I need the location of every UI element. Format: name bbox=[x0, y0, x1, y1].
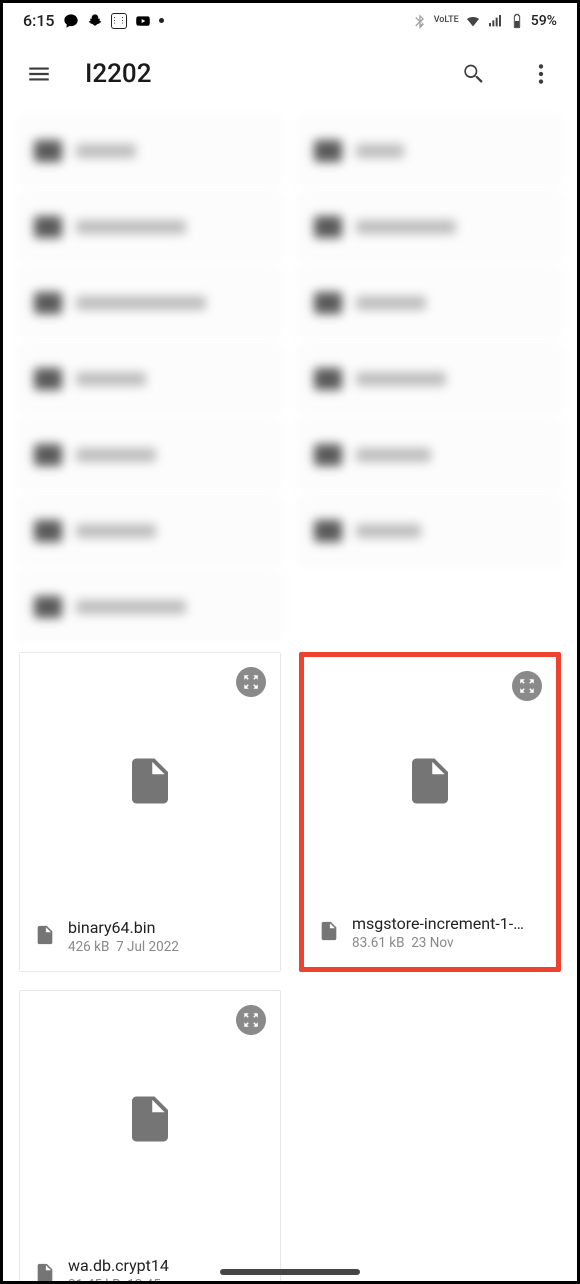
wifi-icon bbox=[465, 13, 481, 29]
search-icon bbox=[460, 61, 486, 87]
grid-icon: ⋮⋮ bbox=[111, 13, 127, 29]
folder-item[interactable] bbox=[299, 346, 561, 412]
status-bar: 6:15 ⋮⋮ VoLTE bbox=[3, 3, 577, 34]
battery-percent: 59% bbox=[531, 13, 557, 29]
folder-item[interactable] bbox=[299, 270, 561, 336]
folder-icon bbox=[34, 292, 62, 314]
folder-item[interactable] bbox=[19, 118, 281, 184]
more-vert-icon bbox=[528, 61, 554, 87]
volte-icon: VoLTE bbox=[434, 16, 459, 25]
folder-item[interactable] bbox=[299, 498, 561, 564]
expand-button[interactable] bbox=[236, 667, 266, 697]
folder-icon bbox=[34, 520, 62, 542]
folder-icon bbox=[314, 520, 342, 542]
file-name: binary64.bin bbox=[68, 918, 179, 937]
folder-label bbox=[356, 296, 426, 310]
snapchat-icon bbox=[87, 13, 103, 29]
battery-icon bbox=[509, 13, 525, 29]
folder-item[interactable] bbox=[19, 574, 281, 640]
folder-item[interactable] bbox=[299, 118, 561, 184]
search-button[interactable] bbox=[451, 52, 495, 96]
folder-item[interactable] bbox=[19, 194, 281, 260]
folder-label bbox=[76, 524, 156, 538]
app-bar: I2202 bbox=[3, 34, 577, 114]
folder-icon bbox=[314, 216, 342, 238]
more-indicator-icon bbox=[159, 18, 164, 23]
signal-icon bbox=[487, 13, 503, 29]
bluetooth-icon bbox=[412, 13, 428, 29]
folder-item[interactable] bbox=[299, 194, 561, 260]
folder-label bbox=[356, 144, 404, 158]
folder-item[interactable] bbox=[19, 346, 281, 412]
file-subtitle: 426 kB 7 Jul 2022 bbox=[68, 939, 179, 955]
folder-icon bbox=[34, 216, 62, 238]
file-subtitle: 83.61 kB 23 Nov bbox=[352, 935, 524, 951]
page-title: I2202 bbox=[85, 59, 427, 89]
file-icon bbox=[34, 1259, 56, 1284]
folder-item[interactable] bbox=[19, 498, 281, 564]
folder-icon bbox=[34, 140, 62, 162]
folder-label bbox=[76, 372, 146, 386]
chat-bubble-icon bbox=[63, 13, 79, 29]
file-subtitle: 21.45 kB 12:45 pm bbox=[68, 1277, 184, 1284]
file-card[interactable]: wa.db.crypt14 21.45 kB 12:45 pm bbox=[19, 990, 281, 1284]
file-card[interactable]: binary64.bin 426 kB 7 Jul 2022 bbox=[19, 652, 281, 972]
folder-icon bbox=[314, 444, 342, 466]
file-name: msgstore-increment-1-… bbox=[352, 914, 524, 933]
nav-handle[interactable] bbox=[220, 1269, 360, 1275]
folder-label bbox=[356, 220, 456, 234]
folder-icon bbox=[34, 596, 62, 618]
folder-label bbox=[76, 448, 156, 462]
hamburger-icon bbox=[26, 61, 52, 87]
menu-button[interactable] bbox=[17, 52, 61, 96]
more-options-button[interactable] bbox=[519, 52, 563, 96]
folder-icon bbox=[314, 292, 342, 314]
folder-label bbox=[76, 600, 186, 614]
expand-button[interactable] bbox=[512, 671, 542, 701]
folder-label bbox=[76, 144, 136, 158]
folder-item[interactable] bbox=[19, 422, 281, 488]
file-footer: msgstore-increment-1-… 83.61 kB 23 Nov bbox=[304, 904, 556, 967]
folder-label bbox=[356, 448, 431, 462]
expand-button[interactable] bbox=[236, 1005, 266, 1035]
file-footer: wa.db.crypt14 21.45 kB 12:45 pm bbox=[20, 1246, 280, 1284]
file-icon bbox=[34, 921, 56, 953]
folder-item[interactable] bbox=[19, 270, 281, 336]
youtube-icon bbox=[135, 13, 151, 29]
file-footer: binary64.bin 426 kB 7 Jul 2022 bbox=[20, 908, 280, 971]
folder-label bbox=[356, 524, 421, 538]
file-name: wa.db.crypt14 bbox=[68, 1256, 184, 1275]
folder-label bbox=[76, 220, 186, 234]
folder-item[interactable] bbox=[299, 422, 561, 488]
folder-icon bbox=[34, 444, 62, 466]
status-time: 6:15 bbox=[23, 11, 55, 30]
file-card[interactable]: msgstore-increment-1-… 83.61 kB 23 Nov bbox=[299, 652, 561, 972]
folder-label bbox=[356, 372, 446, 386]
folder-icon bbox=[314, 140, 342, 162]
file-icon bbox=[318, 917, 340, 949]
folder-icon bbox=[34, 368, 62, 390]
folder-label bbox=[76, 296, 206, 310]
folder-icon bbox=[314, 368, 342, 390]
